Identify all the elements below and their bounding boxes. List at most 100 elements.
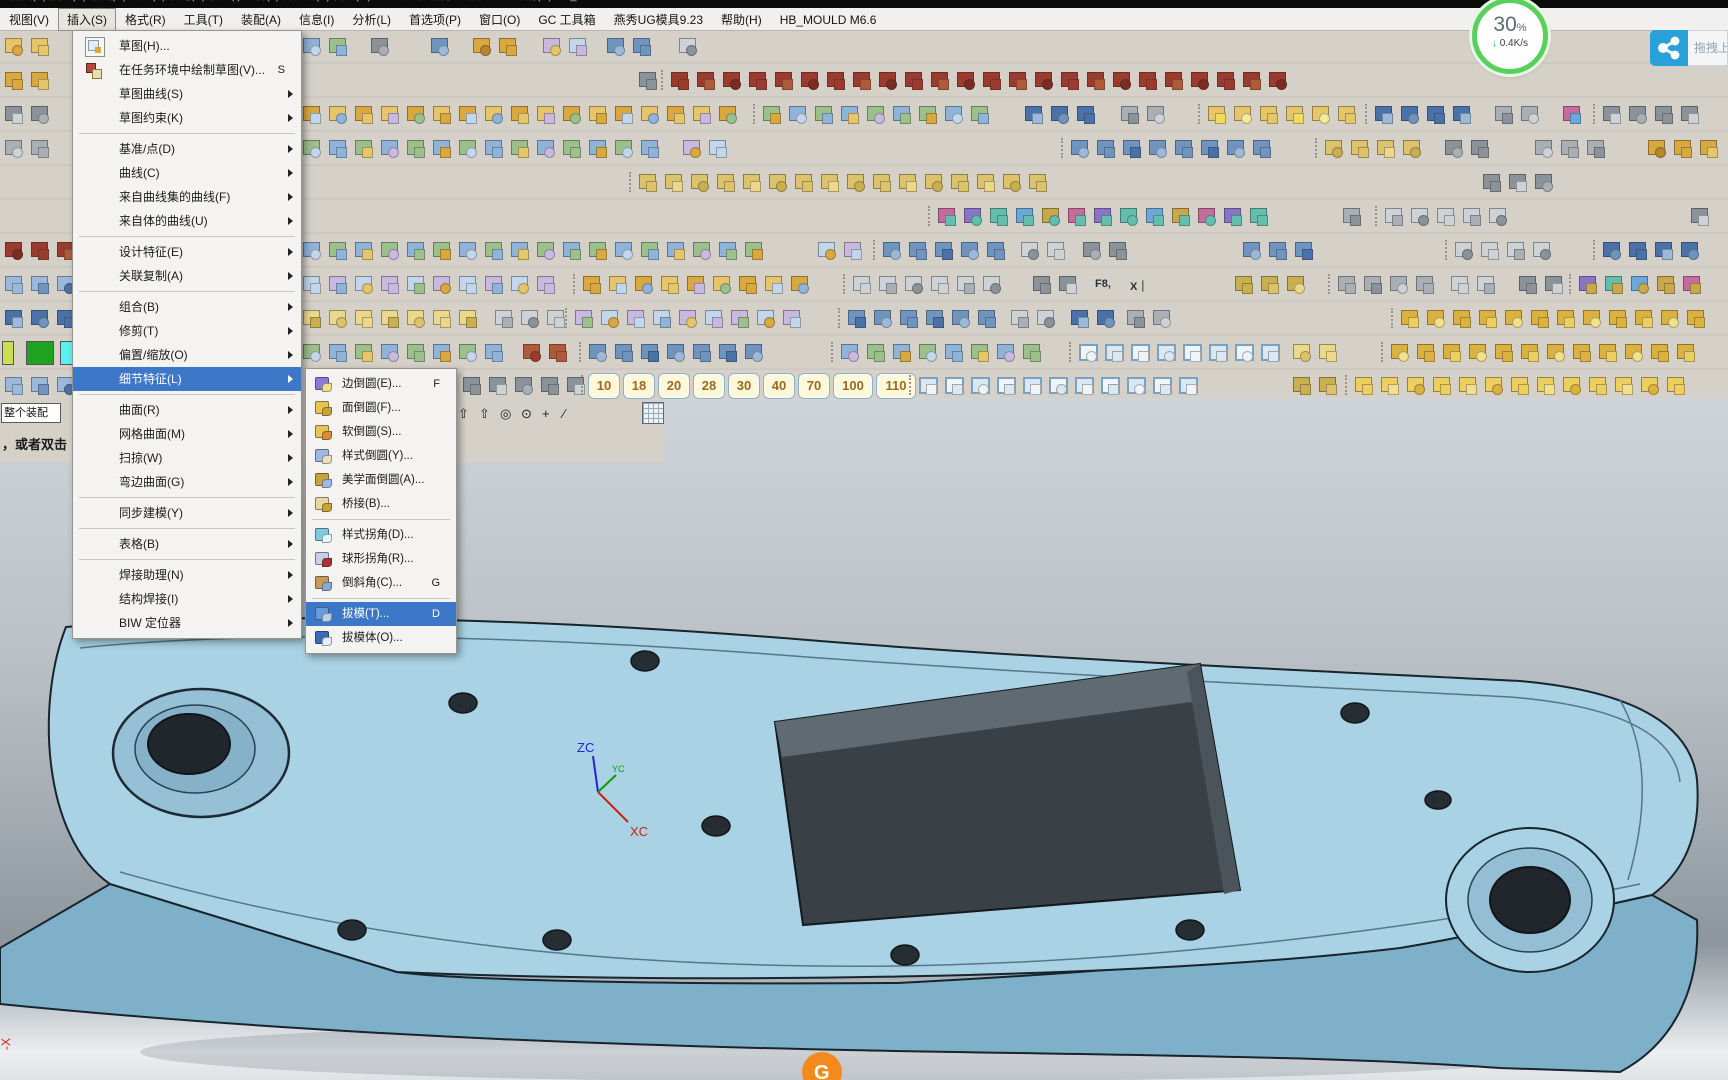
selection-icon-0[interactable]: ⇧ — [458, 406, 469, 422]
dimension-tools-icon-0[interactable] — [1068, 135, 1092, 161]
edit-tools-icon-5[interactable] — [430, 339, 454, 365]
flag-tools-icon-11[interactable] — [1684, 305, 1708, 331]
sketch-curve-tools-icon-6[interactable] — [824, 67, 848, 93]
annotation-tools-icon-6[interactable] — [736, 271, 760, 297]
box-tools-icon-0[interactable] — [1030, 271, 1054, 297]
feature-tools-icon-11[interactable] — [586, 101, 610, 127]
feature-tools-2-icon-6[interactable] — [916, 101, 940, 127]
toolbar-group-handle[interactable] — [565, 308, 569, 328]
flag-tools-3-icon-2[interactable] — [1404, 372, 1428, 398]
radius-chip-10[interactable]: 10 — [588, 373, 620, 399]
analysis-tools-icon-10[interactable] — [1195, 203, 1219, 229]
yellow-tools-icon-2[interactable] — [1284, 271, 1308, 297]
ball-tools-icon-0[interactable] — [838, 339, 862, 365]
plus-tools-icon-0[interactable] — [1018, 237, 1042, 263]
section-tools-icon-7[interactable] — [1258, 339, 1282, 365]
menu-item-3[interactable]: 样式倒圆(Y)... — [306, 444, 456, 468]
surface-tools-icon-1[interactable] — [326, 237, 350, 263]
annotation-tools-icon-1[interactable] — [606, 271, 630, 297]
clip-tools-icon-1[interactable] — [1626, 101, 1650, 127]
edit-tools-icon-7[interactable] — [482, 339, 506, 365]
post-tools-icon-1[interactable] — [486, 372, 510, 398]
feature-tools-icon-5[interactable] — [430, 101, 454, 127]
measure-group-icon-0[interactable] — [676, 33, 700, 59]
yellow-tools-icon-1[interactable] — [1258, 271, 1282, 297]
color-swatch-0[interactable] — [2, 341, 14, 365]
open-group-icon-0[interactable] — [2, 101, 26, 127]
misc-tools-icon-1[interactable] — [1518, 101, 1542, 127]
half-tools-icon-1[interactable] — [1150, 305, 1174, 331]
menu-item-0[interactable]: 边倒圆(E)...F — [306, 372, 456, 396]
feature-tools-icon-12[interactable] — [612, 101, 636, 127]
paste-group-icon-0[interactable] — [300, 33, 324, 59]
arc-tools-icon-1[interactable] — [546, 339, 570, 365]
text-tools-icon-2[interactable] — [352, 271, 376, 297]
surface-tools-icon-9[interactable] — [534, 237, 558, 263]
menubar-item-8[interactable]: 窗口(O) — [470, 8, 529, 31]
flag-tools-3-icon-4[interactable] — [1456, 372, 1480, 398]
surface-tools-icon-15[interactable] — [690, 237, 714, 263]
menu-item-16[interactable]: 细节特征(L) — [73, 367, 301, 391]
bracket-tools-2-icon-1[interactable] — [28, 305, 52, 331]
save-web-tools-icon-5[interactable] — [702, 305, 726, 331]
pair-tools-icon-1[interactable] — [841, 237, 865, 263]
selection-scope-combo[interactable]: 整个装配 — [1, 403, 61, 423]
flag-tools-icon-10[interactable] — [1658, 305, 1682, 331]
analysis-tools-icon-8[interactable] — [1143, 203, 1167, 229]
surface-tools-icon-14[interactable] — [664, 237, 688, 263]
flag-tools-2-icon-9[interactable] — [1622, 339, 1646, 365]
toolbar-group-handle[interactable] — [753, 104, 757, 124]
flag-tools-2-icon-3[interactable] — [1466, 339, 1490, 365]
feature-tools-2-icon-1[interactable] — [786, 101, 810, 127]
datum-tools-icon-8[interactable] — [508, 135, 532, 161]
palette-tool-icon-0[interactable] — [1560, 101, 1584, 127]
sketch-curve-tools-icon-23[interactable] — [1266, 67, 1290, 93]
analysis-tools-icon-6[interactable] — [1091, 203, 1115, 229]
datum-tools-icon-2[interactable] — [352, 135, 376, 161]
three-tools-icon-1[interactable] — [518, 305, 542, 331]
menubar-item-5[interactable]: 信息(I) — [290, 8, 343, 31]
sketch-curve-tools-icon-0[interactable] — [668, 67, 692, 93]
point-tools-icon-0[interactable] — [2, 237, 26, 263]
sheet-metal-tools-icon-5[interactable] — [430, 305, 454, 331]
sketch-curve-tools-icon-5[interactable] — [798, 67, 822, 93]
save-web-tools-icon-3[interactable] — [650, 305, 674, 331]
grid-tools-icon-0[interactable] — [1532, 135, 1556, 161]
radius-chip-18[interactable]: 18 — [623, 373, 655, 399]
clip-tools-icon-3[interactable] — [1678, 101, 1702, 127]
flag-tools-icon-4[interactable] — [1502, 305, 1526, 331]
annotation-tools-icon-4[interactable] — [684, 271, 708, 297]
bracket-tools-icon-0[interactable] — [2, 271, 26, 297]
feature-tools-2-icon-2[interactable] — [812, 101, 836, 127]
folder-tools-icon-0[interactable] — [1008, 305, 1032, 331]
menu-item-8[interactable]: 来自体的曲线(U) — [73, 209, 301, 233]
nav-arrows-icon-0[interactable] — [1372, 101, 1396, 127]
menu-item-29[interactable]: BIW 定位器 — [73, 611, 301, 635]
yellow-tools-icon-0[interactable] — [1232, 271, 1256, 297]
sketch-curve-tools-icon-7[interactable] — [850, 67, 874, 93]
datum-tools-icon-5[interactable] — [430, 135, 454, 161]
util-tools-icon-2[interactable] — [1434, 203, 1458, 229]
paste-group-icon-1[interactable] — [326, 33, 350, 59]
datum-tools-icon-9[interactable] — [534, 135, 558, 161]
box-tools-icon-1[interactable] — [1056, 271, 1080, 297]
pair-tools-icon-0[interactable] — [815, 237, 839, 263]
feature-tools-icon-0[interactable] — [300, 101, 324, 127]
flag-tools-icon-8[interactable] — [1606, 305, 1630, 331]
menu-item-23[interactable]: 同步建模(Y) — [73, 501, 301, 525]
analysis-tools-icon-12[interactable] — [1247, 203, 1271, 229]
surface-tools-icon-0[interactable] — [300, 237, 324, 263]
reuse-library-tools-icon-0[interactable] — [636, 169, 660, 195]
download-progress-badge[interactable]: 30% ↓ 0.4K/s — [1472, 0, 1548, 74]
edit-yellow-tools-2-icon-0[interactable] — [1290, 372, 1314, 398]
menu-item-15[interactable]: 偏置/缩放(O) — [73, 343, 301, 367]
section-tools-2-icon-5[interactable] — [1046, 372, 1070, 398]
flag-tools-icon-0[interactable] — [1398, 305, 1422, 331]
save-web-tools-icon-6[interactable] — [728, 305, 752, 331]
toolbar-group-handle[interactable] — [581, 375, 585, 395]
feature-tools-icon-1[interactable] — [326, 101, 350, 127]
section-tools-2-icon-9[interactable] — [1150, 372, 1174, 398]
flag-tools-2-icon-4[interactable] — [1492, 339, 1516, 365]
sketch-curve-tools-icon-12[interactable] — [980, 67, 1004, 93]
menu-item-28[interactable]: 结构焊接(I) — [73, 587, 301, 611]
